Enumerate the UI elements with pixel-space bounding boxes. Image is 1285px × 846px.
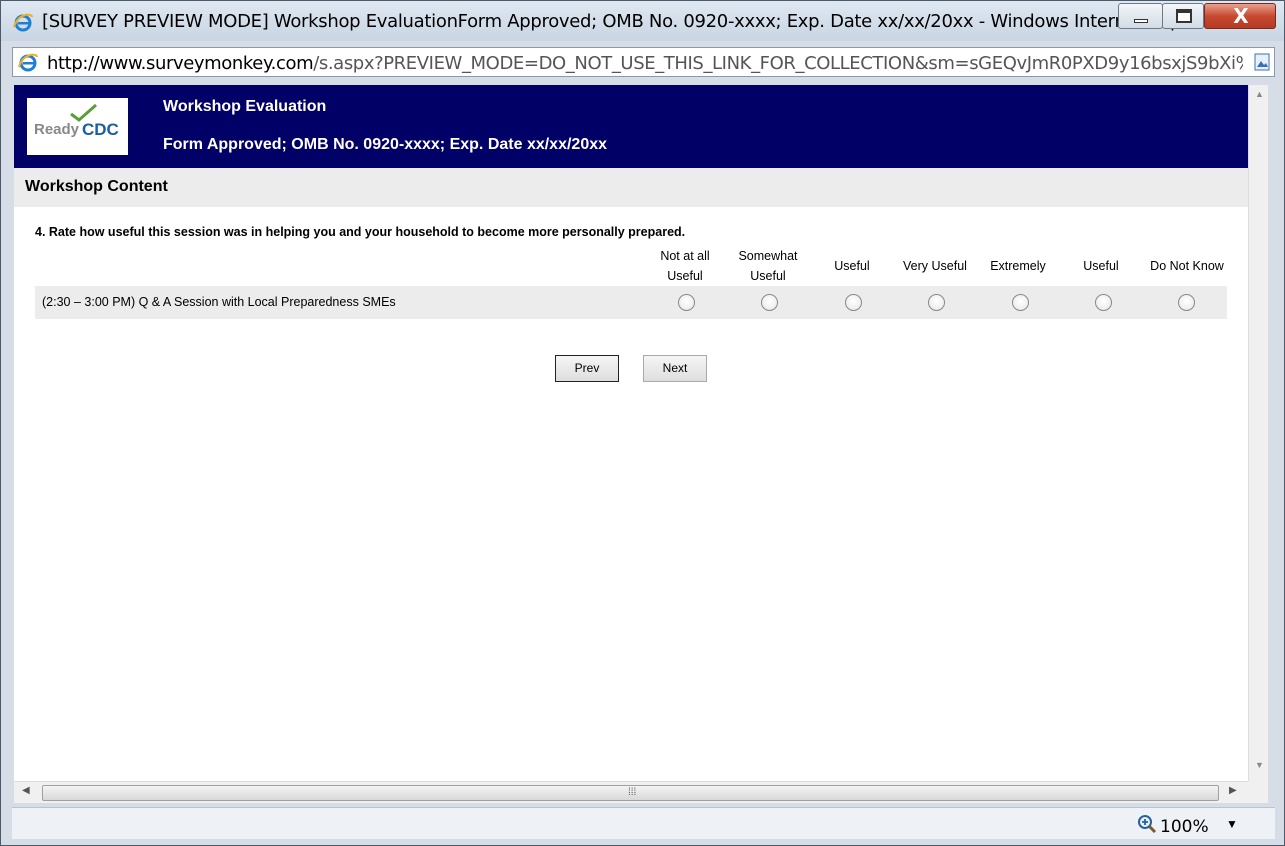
maximize-button[interactable] bbox=[1162, 3, 1204, 29]
url-text[interactable]: http://www.surveymonkey.com/s.aspx?PREVI… bbox=[47, 53, 1243, 74]
logo-ready-text: Ready bbox=[34, 121, 80, 138]
zoom-magnifier-icon[interactable] bbox=[1136, 813, 1158, 835]
ie-logo-icon bbox=[13, 13, 33, 32]
close-button[interactable]: X bbox=[1204, 3, 1276, 29]
row-label: (2:30 – 3:00 PM) Q & A Session with Loca… bbox=[42, 295, 396, 309]
browser-window: [SURVEY PREVIEW MODE] Workshop Evaluatio… bbox=[0, 0, 1285, 846]
survey-title: Workshop Evaluation bbox=[163, 98, 327, 115]
grip-icon: ⁞⁞⁞ bbox=[628, 787, 637, 798]
scroll-left-icon[interactable]: ◀ bbox=[22, 785, 30, 796]
minimize-button[interactable] bbox=[1118, 3, 1163, 29]
logo-cdc-text: CDC bbox=[82, 120, 119, 139]
title-bar[interactable]: [SURVEY PREVIEW MODE] Workshop Evaluatio… bbox=[1, 1, 1284, 41]
zoom-dropdown-icon[interactable]: ▼ bbox=[1226, 817, 1238, 831]
scrollbar-thumb[interactable]: ⁞⁞⁞ bbox=[42, 785, 1219, 801]
column-header: Useful bbox=[1083, 259, 1119, 273]
radio-extremely-useful[interactable] bbox=[1012, 294, 1029, 311]
matrix-row: (2:30 – 3:00 PM) Q & A Session with Loca… bbox=[35, 286, 1227, 319]
column-header: Somewhat Useful bbox=[738, 249, 798, 283]
url-domain: http://www.surveymonkey.com bbox=[47, 53, 314, 74]
scroll-down-icon[interactable]: ▼ bbox=[1255, 760, 1264, 770]
minimize-icon bbox=[1134, 19, 1148, 23]
column-header: Not at all Useful bbox=[660, 249, 710, 283]
vertical-scrollbar[interactable]: ▲ ▼ bbox=[1248, 85, 1268, 782]
next-button[interactable]: Next bbox=[643, 355, 707, 382]
radio-do-not-know[interactable] bbox=[1178, 294, 1195, 311]
horizontal-scrollbar[interactable]: ◀ ⁞⁞⁞ ▶ bbox=[14, 781, 1248, 803]
page-title: Workshop Content bbox=[25, 178, 168, 195]
survey-header: Ready CDC Workshop Evaluation Form Appro… bbox=[14, 85, 1248, 168]
close-icon: X bbox=[1233, 4, 1249, 28]
radio-very-useful[interactable] bbox=[928, 294, 945, 311]
maximize-icon bbox=[1176, 9, 1192, 23]
scroll-corner bbox=[1248, 781, 1268, 803]
prev-button[interactable]: Prev bbox=[555, 355, 619, 382]
column-header: Useful bbox=[834, 259, 870, 273]
scroll-up-icon[interactable]: ▲ bbox=[1255, 89, 1264, 99]
url-path: /s.aspx?PREVIEW_MODE=DO_NOT_USE_THIS_LIN… bbox=[313, 53, 1243, 74]
scroll-right-icon[interactable]: ▶ bbox=[1229, 785, 1237, 796]
page-title-bar: Workshop Content bbox=[14, 168, 1248, 207]
column-header: Do Not Know bbox=[1150, 259, 1224, 273]
zoom-level[interactable]: 100% bbox=[1160, 817, 1209, 837]
window-title: [SURVEY PREVIEW MODE] Workshop Evaluatio… bbox=[42, 11, 1222, 32]
ie-page-icon bbox=[18, 53, 38, 72]
page-image-icon[interactable] bbox=[1254, 53, 1270, 71]
column-header: Very Useful bbox=[903, 259, 967, 273]
ready-cdc-logo: Ready CDC bbox=[27, 98, 128, 155]
radio-useful[interactable] bbox=[845, 294, 862, 311]
column-header: Extremely bbox=[990, 259, 1046, 273]
survey-subtitle: Form Approved; OMB No. 0920-xxxx; Exp. D… bbox=[163, 136, 608, 153]
radio-not-at-all-useful[interactable] bbox=[678, 294, 695, 311]
radio-somewhat-useful[interactable] bbox=[761, 294, 778, 311]
question-text: 4. Rate how useful this session was in h… bbox=[35, 225, 686, 239]
radio-useful-2[interactable] bbox=[1095, 294, 1112, 311]
page-viewport: Ready CDC Workshop Evaluation Form Appro… bbox=[14, 85, 1248, 782]
address-bar[interactable]: http://www.surveymonkey.com/s.aspx?PREVI… bbox=[12, 47, 1275, 77]
status-bar: 100% ▼ bbox=[12, 807, 1275, 839]
